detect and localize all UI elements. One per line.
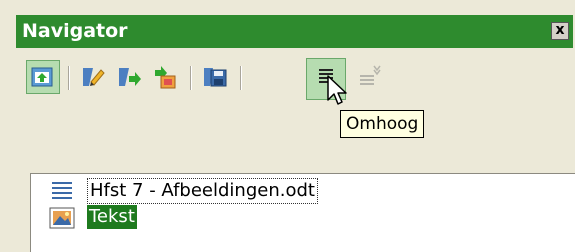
tree-item-text[interactable]: Tekst	[87, 205, 137, 229]
close-icon: x	[555, 22, 565, 38]
move-down-button[interactable]	[352, 60, 386, 94]
promote-level-icon	[119, 68, 141, 86]
navigator-titlebar: Navigator x	[16, 15, 573, 48]
navigator-content-tree: Hfst 7 - Afbeeldingen.odt Tekst	[30, 173, 575, 252]
navigator-toolbar	[16, 48, 573, 116]
text-frame-icon	[49, 207, 75, 229]
save-button[interactable]	[198, 60, 232, 94]
tree-item-document[interactable]: Hfst 7 - Afbeeldingen.odt	[87, 178, 318, 204]
move-down-icon	[360, 65, 381, 85]
window-title: Navigator	[22, 20, 128, 42]
save-icon	[204, 68, 227, 87]
navigator-panel: Navigator x Omhoog Hfst 7 - Afbeeldingen…	[0, 0, 575, 252]
edit-icon	[83, 68, 105, 86]
demote-level-icon	[155, 66, 176, 89]
toolbar-separator	[68, 66, 70, 90]
close-button[interactable]: x	[551, 22, 569, 40]
tooltip-move-up: Omhoog	[340, 110, 425, 138]
demote-level-button[interactable]	[148, 60, 182, 94]
mouse-pointer-icon	[327, 75, 347, 105]
promote-level-button[interactable]	[112, 60, 146, 94]
content-view-icon	[31, 67, 53, 87]
content-view-button[interactable]	[26, 60, 60, 94]
document-icon	[52, 182, 72, 199]
toolbar-separator	[240, 66, 242, 90]
edit-button[interactable]	[76, 60, 110, 94]
toolbar-separator	[190, 66, 192, 90]
